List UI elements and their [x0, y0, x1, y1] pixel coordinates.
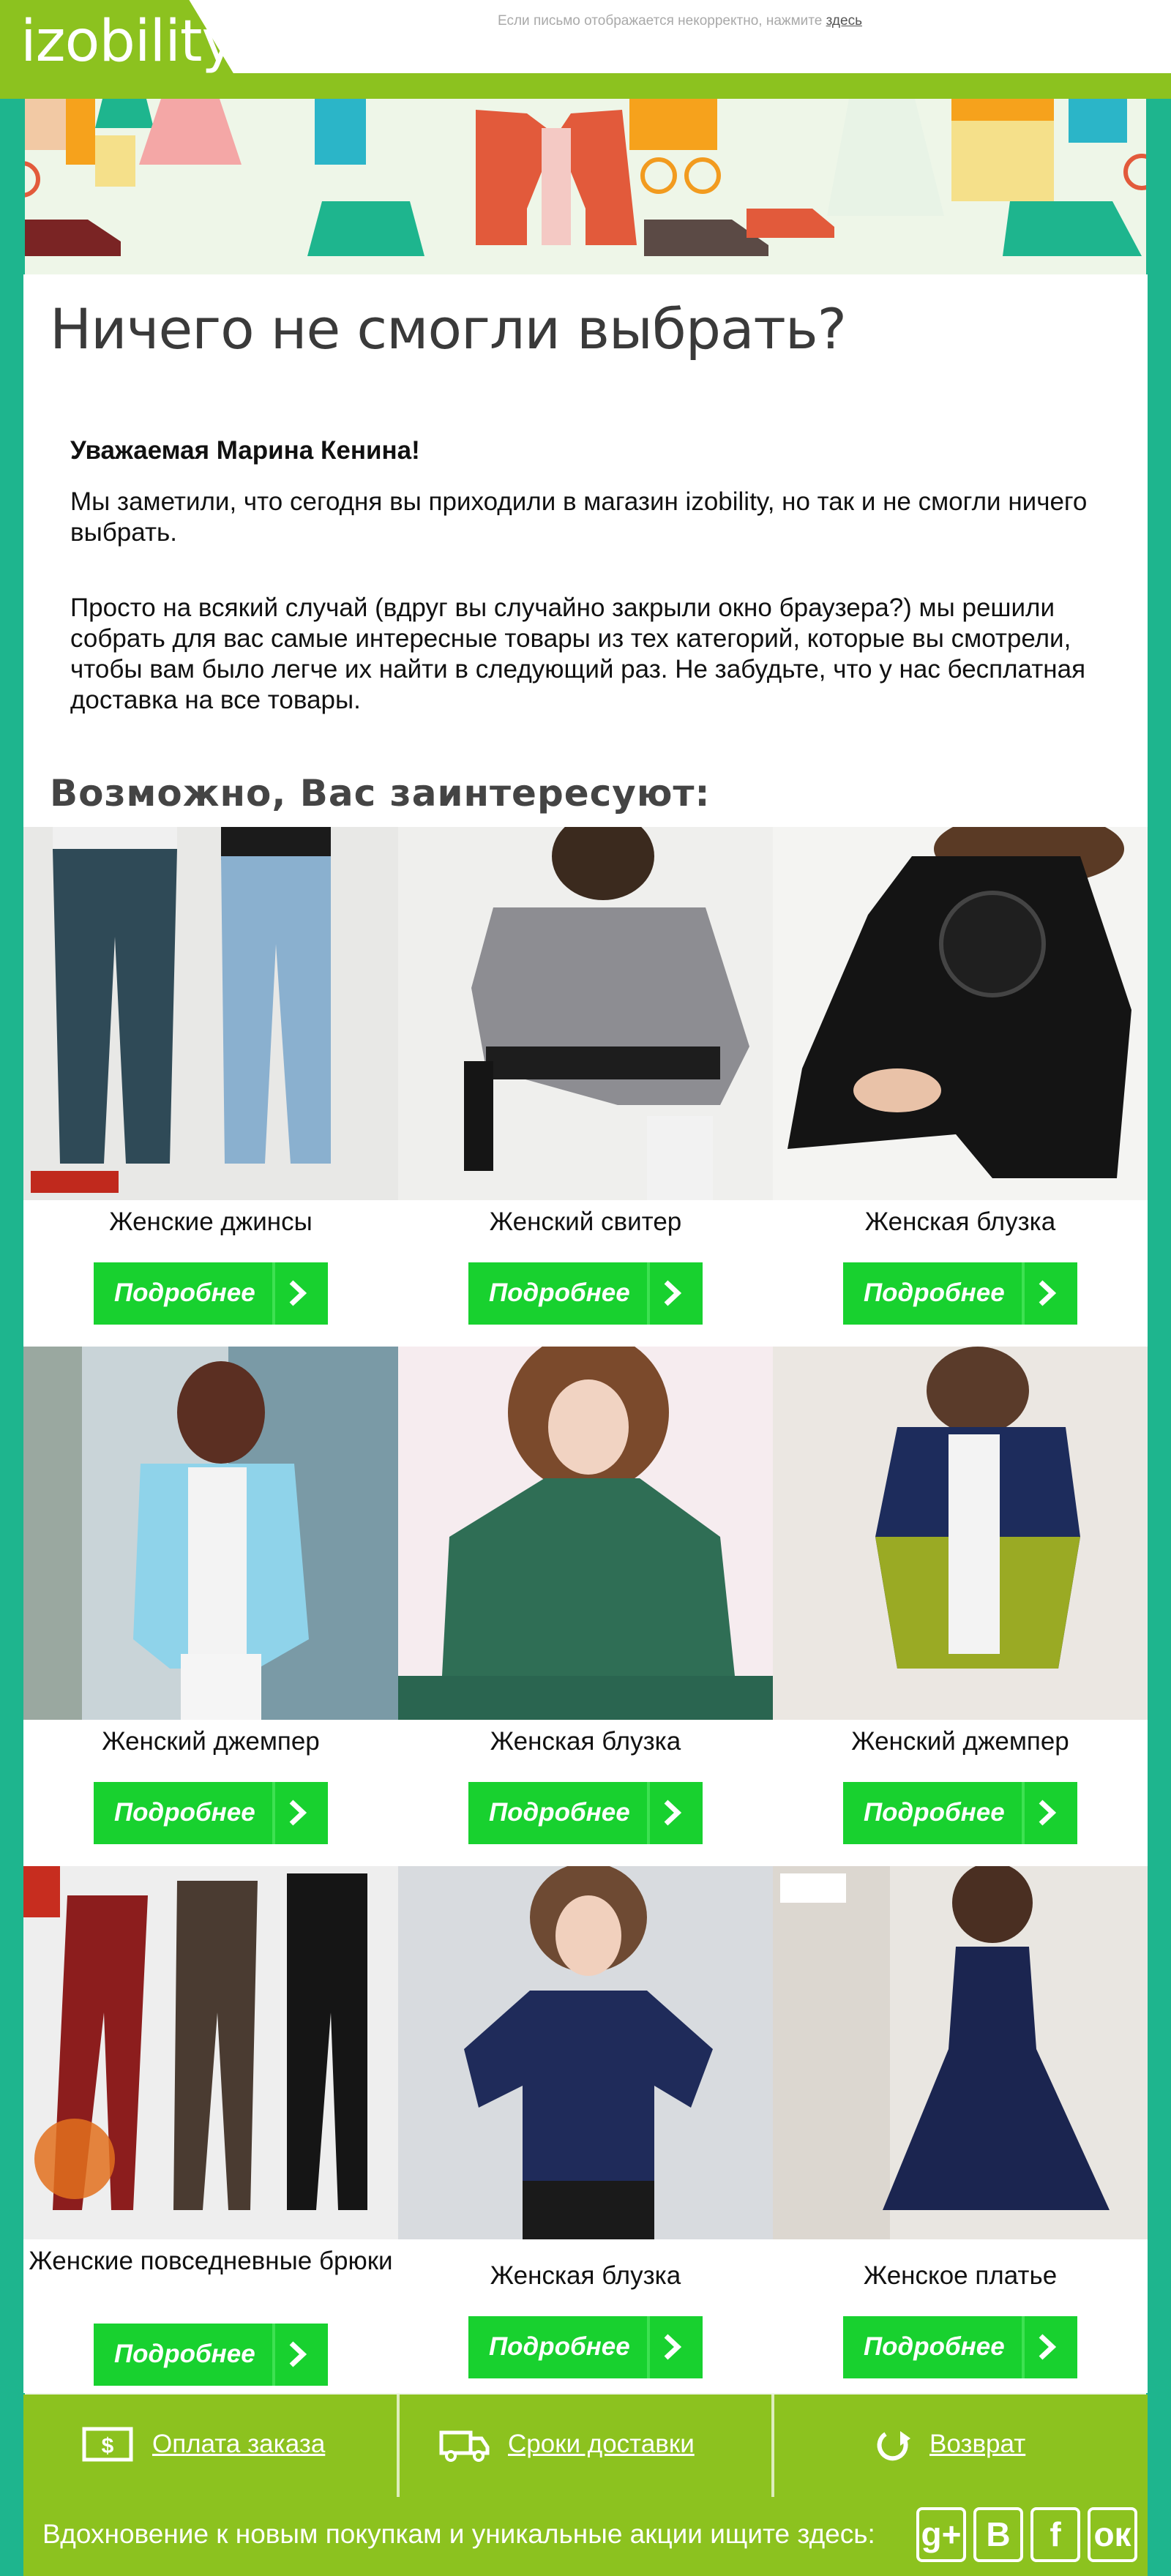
- product-name[interactable]: Женское платье: [773, 2261, 1148, 2291]
- chevron-right-icon: [289, 1280, 307, 1306]
- product-card: Женская блузка Подробнее: [773, 827, 1148, 1339]
- header: izobility Если письмо отображается некор…: [0, 0, 1171, 99]
- product-card: Женский джемпер Подробнее: [773, 1347, 1148, 1859]
- details-button[interactable]: Подробнее: [468, 2316, 703, 2378]
- product-image-trousers[interactable]: [23, 1866, 398, 2239]
- chevron-right-icon: [1039, 1280, 1057, 1306]
- product-image-green-lace-blouse[interactable]: [398, 1347, 773, 1720]
- truck-icon: [439, 2430, 490, 2462]
- footer-links-bar: $ Оплата заказа Сроки доставки Возврат: [23, 2395, 1148, 2497]
- details-button[interactable]: Подробнее: [94, 1782, 328, 1844]
- product-card: Женский свитер Подробнее: [398, 827, 773, 1339]
- button-separator: [647, 2316, 650, 2378]
- details-button-label: Подробнее: [114, 1278, 255, 1307]
- chevron-right-icon: [664, 1280, 682, 1306]
- intro-paragraph-1: Мы заметили, что сегодня вы приходили в …: [70, 487, 1088, 547]
- details-button[interactable]: Подробнее: [843, 1782, 1077, 1844]
- product-image-navy-dress[interactable]: [773, 1866, 1148, 2239]
- product-image-navy-blouse[interactable]: [398, 1866, 773, 2239]
- details-button[interactable]: Подробнее: [468, 1262, 703, 1325]
- product-card: Женские джинсы Подробнее: [23, 827, 398, 1339]
- footer-social-bar: Вдохновение к новым покупкам и уникальны…: [23, 2497, 1148, 2576]
- button-separator: [1022, 1782, 1025, 1844]
- product-name[interactable]: Женские повседневные брюки: [23, 2247, 398, 2276]
- product-card: Женская блузка Подробнее: [398, 1866, 773, 2393]
- payment-link[interactable]: $ Оплата заказа: [23, 2395, 398, 2497]
- product-image-light-blue-cardigan[interactable]: [23, 1347, 398, 1720]
- chevron-right-icon: [289, 1800, 307, 1826]
- product-image-jeans[interactable]: [23, 827, 398, 1200]
- details-button[interactable]: Подробнее: [843, 2316, 1077, 2378]
- greeting: Уважаемая Марина Кенина!: [70, 436, 420, 465]
- details-button[interactable]: Подробнее: [843, 1262, 1077, 1325]
- broken-display-notice: Если письмо отображается некорректно, на…: [498, 13, 862, 29]
- product-card: Женские повседневные брюки Подробнее: [23, 1866, 398, 2393]
- details-button[interactable]: Подробнее: [94, 2324, 328, 2386]
- notice-link[interactable]: здесь: [826, 13, 862, 29]
- product-name[interactable]: Женский джемпер: [773, 1727, 1148, 1756]
- odnoklassniki-icon[interactable]: ок: [1088, 2507, 1137, 2562]
- product-grid: Женские джинсы Подробнее Женский свитер …: [23, 827, 1148, 2393]
- button-separator: [1022, 1262, 1025, 1325]
- product-card: Женская блузка Подробнее: [398, 1347, 773, 1859]
- button-separator: [647, 1262, 650, 1325]
- page-title: Ничего не смогли выбрать?: [50, 296, 847, 362]
- button-separator: [272, 1262, 275, 1325]
- social-text: Вдохновение к новым покупкам и уникальны…: [42, 2519, 875, 2549]
- return-link[interactable]: Возврат: [773, 2395, 1148, 2497]
- intro-paragraph-2: Просто на всякий случай (вдруг вы случай…: [70, 594, 1086, 714]
- details-button-label: Подробнее: [489, 1798, 630, 1827]
- product-card: Женский джемпер Подробнее: [23, 1347, 398, 1859]
- details-button-label: Подробнее: [864, 1798, 1005, 1827]
- details-button-label: Подробнее: [489, 1278, 630, 1307]
- button-separator: [1022, 2316, 1025, 2378]
- svg-text:$: $: [102, 2434, 114, 2458]
- recommendations-title: Возможно, Вас заинтересуют:: [50, 772, 711, 815]
- product-image-navy-olive-cardigan[interactable]: [773, 1347, 1148, 1720]
- return-link-label: Возврат: [929, 2430, 1026, 2458]
- product-name[interactable]: Женская блузка: [398, 2261, 773, 2291]
- product-name[interactable]: Женская блузка: [773, 1208, 1148, 1237]
- details-button-label: Подробнее: [489, 2332, 630, 2361]
- chevron-right-icon: [289, 2341, 307, 2367]
- details-button[interactable]: Подробнее: [94, 1262, 328, 1325]
- delivery-link-label: Сроки доставки: [508, 2430, 695, 2458]
- payment-link-label: Оплата заказа: [152, 2430, 326, 2458]
- vk-icon[interactable]: В: [973, 2507, 1023, 2562]
- intro-panel: Ничего не смогли выбрать? Уважаемая Мари…: [23, 274, 1148, 827]
- details-button-label: Подробнее: [114, 2340, 255, 2368]
- chevron-right-icon: [1039, 2334, 1057, 2360]
- product-name[interactable]: Женская блузка: [398, 1727, 773, 1756]
- button-separator: [272, 1782, 275, 1844]
- button-separator: [272, 2324, 275, 2386]
- facebook-icon[interactable]: f: [1030, 2507, 1080, 2562]
- details-button-label: Подробнее: [114, 1798, 255, 1827]
- left-teal-strip: [0, 99, 25, 2576]
- chevron-right-icon: [664, 1800, 682, 1826]
- google-plus-icon[interactable]: g+: [916, 2507, 966, 2562]
- product-card: Женское платье Подробнее: [773, 1866, 1148, 2393]
- delivery-link[interactable]: Сроки доставки: [398, 2395, 773, 2497]
- chevron-right-icon: [664, 2334, 682, 2360]
- product-name[interactable]: Женский джемпер: [23, 1727, 398, 1756]
- button-separator: [647, 1782, 650, 1844]
- product-image-black-lace-blouse[interactable]: [773, 827, 1148, 1200]
- product-image-sweater[interactable]: [398, 827, 773, 1200]
- chevron-right-icon: [1039, 1800, 1057, 1826]
- details-button-label: Подробнее: [864, 1278, 1005, 1307]
- notice-text: Если письмо отображается некорректно, на…: [498, 13, 823, 29]
- logo[interactable]: izobility: [20, 9, 236, 75]
- details-button[interactable]: Подробнее: [468, 1782, 703, 1844]
- hero-clothing-illustration: [0, 99, 1171, 267]
- product-name[interactable]: Женский свитер: [398, 1208, 773, 1237]
- right-teal-strip: [1146, 99, 1171, 2576]
- return-icon: [877, 2431, 910, 2461]
- product-name[interactable]: Женские джинсы: [23, 1208, 398, 1237]
- details-button-label: Подробнее: [864, 2332, 1005, 2361]
- payment-icon: $: [82, 2427, 133, 2462]
